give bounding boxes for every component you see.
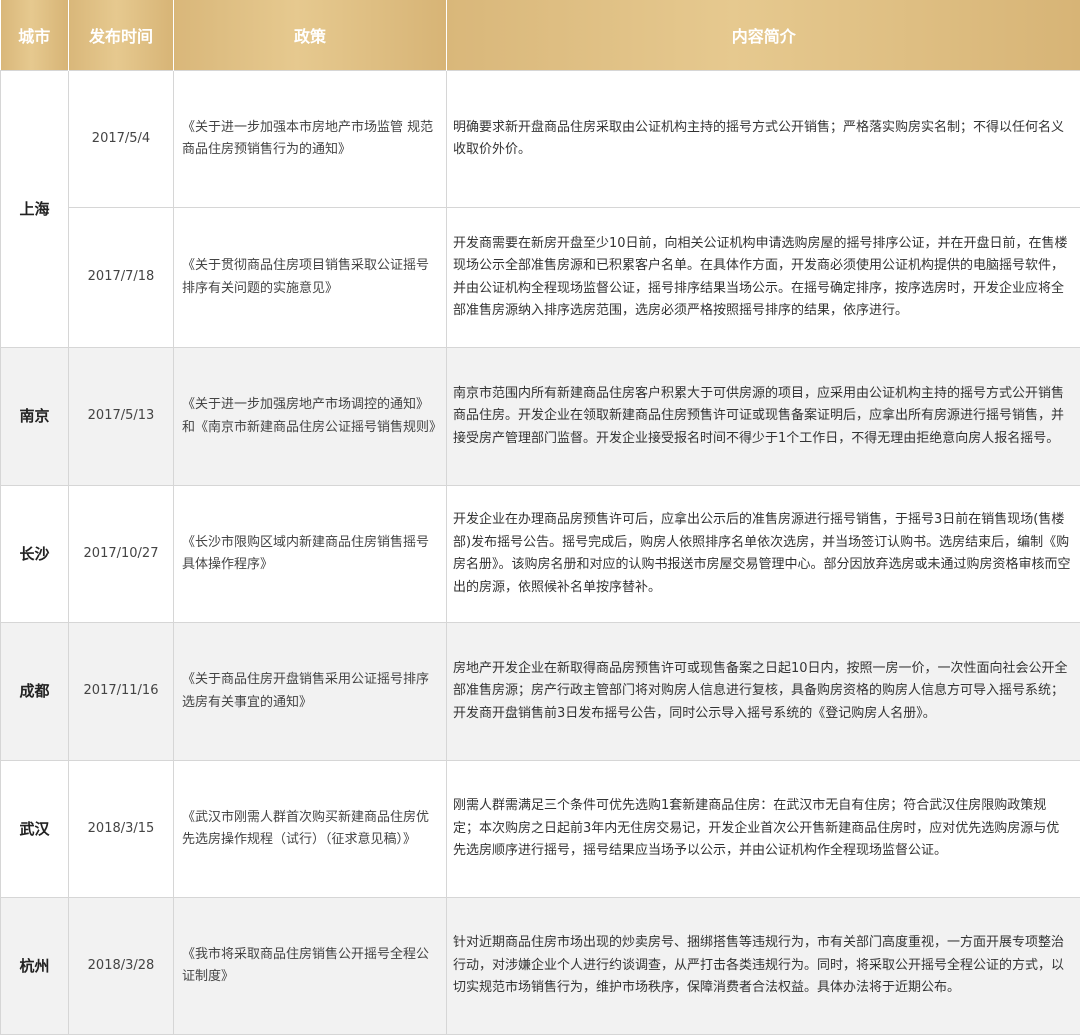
- date-cell: 2017/5/13: [69, 348, 174, 486]
- city-cell: 南京: [1, 348, 69, 486]
- header-city: 城市: [1, 0, 69, 71]
- city-cell: 成都: [1, 623, 69, 761]
- summary-cell: 房地产开发企业在新取得商品房预售许可或现售备案之日起10日内，按照一房一价，一次…: [447, 623, 1080, 761]
- summary-cell: 刚需人群需满足三个条件可优先选购1套新建商品住房：在武汉市无自有住房；符合武汉住…: [447, 761, 1080, 898]
- policy-cell: 《长沙市限购区域内新建商品住房销售摇号具体操作程序》: [174, 486, 447, 623]
- summary-cell: 明确要求新开盘商品住房采取由公证机构主持的摇号方式公开销售；严格落实购房实名制；…: [447, 71, 1080, 208]
- date-cell: 2017/5/4: [69, 71, 174, 208]
- date-cell: 2017/7/18: [69, 208, 174, 348]
- policy-cell: 《我市将采取商品住房销售公开摇号全程公证制度》: [174, 898, 447, 1035]
- date-cell: 2018/3/15: [69, 761, 174, 898]
- policy-cell: 《武汉市刚需人群首次购买新建商品住房优先选房操作规程（试行）（征求意见稿）》: [174, 761, 447, 898]
- city-cell: 武汉: [1, 761, 69, 898]
- table-row: 成都 2017/11/16 《关于商品住房开盘销售采用公证摇号排序选房有关事宜的…: [1, 623, 1080, 761]
- policy-cell: 《关于进一步加强房地产市场调控的通知》和《南京市新建商品住房公证摇号销售规则》: [174, 348, 447, 486]
- table-row: 南京 2017/5/13 《关于进一步加强房地产市场调控的通知》和《南京市新建商…: [1, 348, 1080, 486]
- date-cell: 2017/11/16: [69, 623, 174, 761]
- policy-table: 城市 发布时间 政策 内容简介 上海 2017/5/4 《关于进一步加强本市房地…: [0, 0, 1080, 1035]
- city-cell: 上海: [1, 71, 69, 348]
- city-cell: 长沙: [1, 486, 69, 623]
- table-row: 武汉 2018/3/15 《武汉市刚需人群首次购买新建商品住房优先选房操作规程（…: [1, 761, 1080, 898]
- policy-cell: 《关于进一步加强本市房地产市场监管 规范商品住房预销售行为的通知》: [174, 71, 447, 208]
- header-policy: 政策: [174, 0, 447, 71]
- date-cell: 2018/3/28: [69, 898, 174, 1035]
- summary-cell: 开发商需要在新房开盘至少10日前，向相关公证机构申请选购房屋的摇号排序公证，并在…: [447, 208, 1080, 348]
- summary-cell: 开发企业在办理商品房预售许可后，应拿出公示后的准售房源进行摇号销售，于摇号3日前…: [447, 486, 1080, 623]
- table-row: 杭州 2018/3/28 《我市将采取商品住房销售公开摇号全程公证制度》 针对近…: [1, 898, 1080, 1035]
- header-date: 发布时间: [69, 0, 174, 71]
- table-row: 上海 2017/5/4 《关于进一步加强本市房地产市场监管 规范商品住房预销售行…: [1, 71, 1080, 208]
- summary-cell: 南京市范围内所有新建商品住房客户积累大于可供房源的项目，应采用由公证机构主持的摇…: [447, 348, 1080, 486]
- table-header-row: 城市 发布时间 政策 内容简介: [1, 0, 1080, 71]
- policy-cell: 《关于贯彻商品住房项目销售采取公证摇号排序有关问题的实施意见》: [174, 208, 447, 348]
- summary-cell: 针对近期商品住房市场出现的炒卖房号、捆绑搭售等违规行为，市有关部门高度重视，一方…: [447, 898, 1080, 1035]
- table-row: 2017/7/18 《关于贯彻商品住房项目销售采取公证摇号排序有关问题的实施意见…: [1, 208, 1080, 348]
- date-cell: 2017/10/27: [69, 486, 174, 623]
- city-cell: 杭州: [1, 898, 69, 1035]
- table-row: 长沙 2017/10/27 《长沙市限购区域内新建商品住房销售摇号具体操作程序》…: [1, 486, 1080, 623]
- header-summary: 内容简介: [447, 0, 1080, 71]
- policy-cell: 《关于商品住房开盘销售采用公证摇号排序选房有关事宜的通知》: [174, 623, 447, 761]
